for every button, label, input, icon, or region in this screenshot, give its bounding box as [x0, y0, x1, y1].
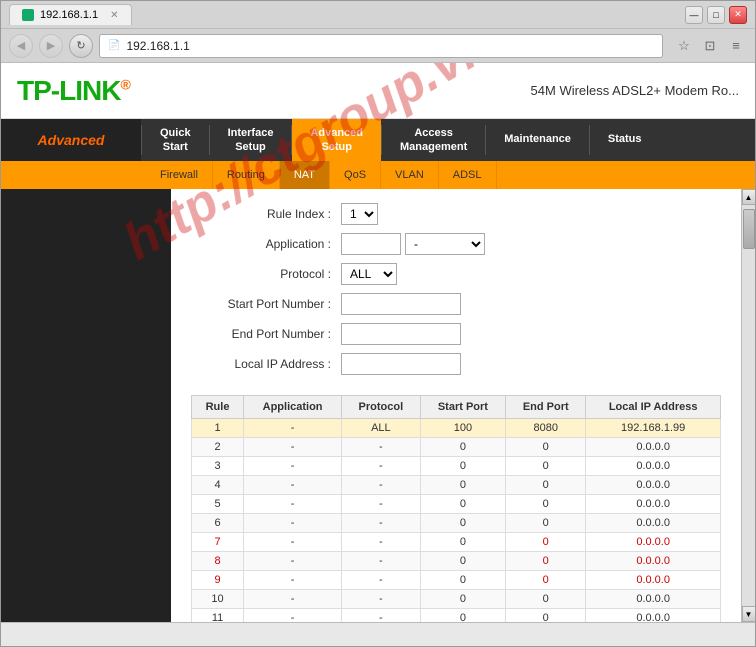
rule-index-label: Rule Index :: [191, 207, 341, 221]
table-row[interactable]: 3--000.0.0.0: [192, 457, 721, 476]
col-application: Application: [244, 396, 342, 419]
sub-nav-adsl[interactable]: ADSL: [439, 161, 497, 189]
rule-index-control: 1 2: [341, 203, 378, 225]
server-table: Rule Application Protocol Start Port End…: [191, 395, 721, 622]
page-icon: 📄: [108, 40, 120, 51]
nav-item-interface-setup[interactable]: InterfaceSetup: [210, 119, 292, 161]
scroll-up-btn[interactable]: ▲: [742, 189, 756, 205]
maximize-btn[interactable]: □: [707, 6, 725, 24]
table-row[interactable]: 2--000.0.0.0: [192, 438, 721, 457]
address-bar[interactable]: 📄 192.168.1.1: [99, 34, 663, 58]
tab-close-btn[interactable]: ✕: [110, 10, 118, 21]
browser-tab[interactable]: 192.168.1.1 ✕: [9, 4, 132, 25]
nav-item-access-management[interactable]: AccessManagement: [382, 119, 485, 161]
nav-item-maintenance[interactable]: Maintenance: [486, 119, 589, 161]
col-end-port: End Port: [506, 396, 586, 419]
router-header: TP-LINK® 54M Wireless ADSL2+ Modem Ro...: [1, 63, 755, 119]
table-row[interactable]: 1-ALL1008080192.168.1.99: [192, 419, 721, 438]
scrollbar[interactable]: ▲ ▼: [741, 189, 755, 622]
tab-title: 192.168.1.1: [40, 9, 98, 21]
end-port-input[interactable]: 8080: [341, 323, 461, 345]
sub-nav-vlan[interactable]: VLAN: [381, 161, 439, 189]
col-rule: Rule: [192, 396, 244, 419]
table-row[interactable]: 8--000.0.0.0: [192, 552, 721, 571]
col-start-port: Start Port: [420, 396, 506, 419]
minimize-btn[interactable]: —: [685, 6, 703, 24]
back-btn[interactable]: ◀: [9, 34, 33, 58]
local-ip-input[interactable]: 192.168.1.99: [341, 353, 461, 375]
reload-btn[interactable]: ↻: [69, 34, 93, 58]
close-btn[interactable]: ✕: [729, 6, 747, 24]
page-content: TP-LINK® 54M Wireless ADSL2+ Modem Ro...…: [1, 63, 755, 622]
virtual-server-section: Virtual Server Listing Rule Application …: [191, 395, 721, 622]
nav-item-quick-start[interactable]: QuickStart: [142, 119, 209, 161]
start-port-input[interactable]: 100: [341, 293, 461, 315]
sub-nav-nat[interactable]: NAT: [280, 161, 330, 189]
start-port-label: Start Port Number :: [191, 297, 341, 311]
bookmark-btn[interactable]: ⊡: [699, 35, 721, 57]
nav-item-advanced-setup[interactable]: AdvancedSetup: [292, 119, 381, 161]
col-protocol: Protocol: [342, 396, 421, 419]
menu-btn[interactable]: ≡: [725, 35, 747, 57]
content-wrapper: TP-LINK® 54M Wireless ADSL2+ Modem Ro...…: [1, 63, 755, 622]
title-bar: 192.168.1.1 ✕ — □ ✕: [1, 1, 755, 29]
protocol-label: Protocol :: [191, 267, 341, 281]
main-nav: Advanced QuickStart InterfaceSetup Advan…: [1, 119, 755, 161]
table-row[interactable]: 9--000.0.0.0: [192, 571, 721, 590]
table-row[interactable]: 6--000.0.0.0: [192, 514, 721, 533]
sub-nav-firewall[interactable]: Firewall: [146, 161, 213, 189]
protocol-control: ALL TCP UDP: [341, 263, 397, 285]
form-row-rule-index: Rule Index : 1 2: [191, 203, 721, 225]
local-ip-label: Local IP Address :: [191, 357, 341, 371]
rule-index-select[interactable]: 1 2: [341, 203, 378, 225]
forward-btn[interactable]: ▶: [39, 34, 63, 58]
logo-text: TP-LINK: [17, 75, 120, 106]
nav-item-status[interactable]: Status: [590, 119, 660, 161]
local-ip-control: 192.168.1.99: [341, 353, 461, 375]
start-port-control: 100: [341, 293, 461, 315]
nav-icons: ☆ ⊡ ≡: [673, 35, 747, 57]
application-select[interactable]: -: [405, 233, 485, 255]
address-text: 192.168.1.1: [126, 39, 189, 53]
left-sidebar: [1, 189, 171, 622]
application-input[interactable]: [341, 233, 401, 255]
content-area: Rule Index : 1 2 Application :: [1, 189, 755, 622]
form-row-local-ip: Local IP Address : 192.168.1.99: [191, 353, 721, 375]
end-port-control: 8080: [341, 323, 461, 345]
bottom-bar: [1, 622, 755, 646]
router-model: 54M Wireless ADSL2+ Modem Ro...: [531, 83, 739, 98]
form-row-protocol: Protocol : ALL TCP UDP: [191, 263, 721, 285]
sidebar-item-advanced[interactable]: Advanced: [1, 119, 141, 161]
sub-nav: Firewall Routing NAT QoS VLAN ADSL: [1, 161, 755, 189]
logo-reg: ®: [120, 76, 129, 92]
table-header-row: Rule Application Protocol Start Port End…: [192, 396, 721, 419]
window-controls: — □ ✕: [685, 6, 747, 24]
application-label: Application :: [191, 237, 341, 251]
main-content: Rule Index : 1 2 Application :: [171, 189, 741, 622]
col-local-ip: Local IP Address: [586, 396, 721, 419]
browser-window: 192.168.1.1 ✕ — □ ✕ ◀ ▶ ↻ 📄 192.168.1.1 …: [0, 0, 756, 647]
favicon: [22, 9, 34, 21]
table-row[interactable]: 10--000.0.0.0: [192, 590, 721, 609]
table-row[interactable]: 7--000.0.0.0: [192, 533, 721, 552]
scroll-down-btn[interactable]: ▼: [742, 606, 756, 622]
star-btn[interactable]: ☆: [673, 35, 695, 57]
page-main: TP-LINK® 54M Wireless ADSL2+ Modem Ro...…: [1, 63, 755, 622]
form-row-end-port: End Port Number : 8080: [191, 323, 721, 345]
table-row[interactable]: 4--000.0.0.0: [192, 476, 721, 495]
application-control: -: [341, 233, 485, 255]
protocol-select[interactable]: ALL TCP UDP: [341, 263, 397, 285]
table-row[interactable]: 5--000.0.0.0: [192, 495, 721, 514]
tp-link-logo: TP-LINK®: [17, 75, 130, 107]
form-row-application: Application : -: [191, 233, 721, 255]
nav-bar: ◀ ▶ ↻ 📄 192.168.1.1 ☆ ⊡ ≡: [1, 29, 755, 63]
table-row[interactable]: 11--000.0.0.0: [192, 609, 721, 623]
scroll-thumb[interactable]: [743, 209, 755, 249]
sub-nav-qos[interactable]: QoS: [330, 161, 381, 189]
form-row-start-port: Start Port Number : 100: [191, 293, 721, 315]
form-section: Rule Index : 1 2 Application :: [191, 203, 721, 375]
end-port-label: End Port Number :: [191, 327, 341, 341]
advanced-label: Advanced: [38, 132, 105, 149]
sub-nav-routing[interactable]: Routing: [213, 161, 280, 189]
